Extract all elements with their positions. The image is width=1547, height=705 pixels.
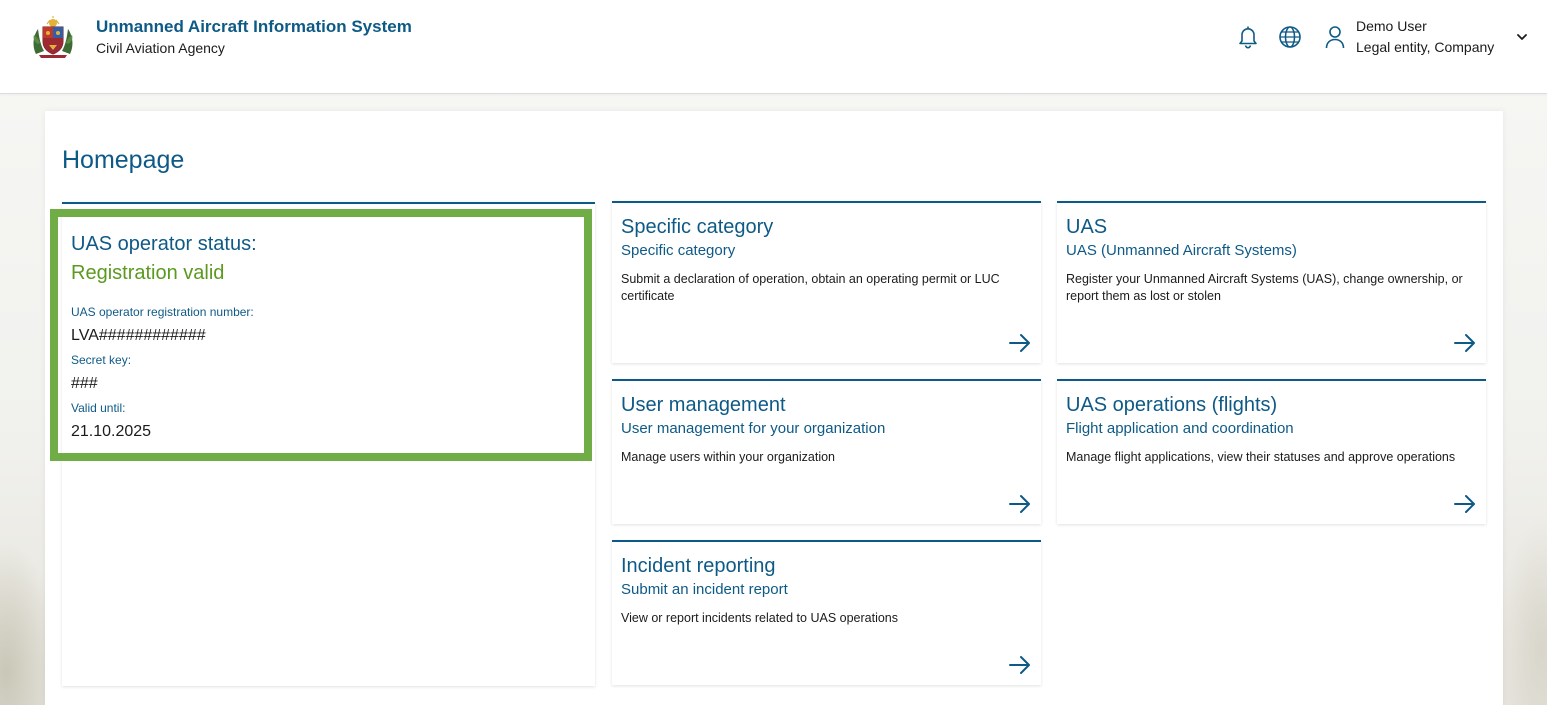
user-name: Demo User	[1356, 18, 1427, 34]
registration-number-label: UAS operator registration number:	[71, 305, 254, 319]
app-title: Unmanned Aircraft Information System	[96, 17, 412, 36]
arrow-right-icon[interactable]	[1008, 494, 1032, 514]
page-title: Homepage	[62, 146, 185, 174]
app-subtitle: Civil Aviation Agency	[96, 40, 225, 56]
valid-until-value: 21.10.2025	[71, 423, 152, 440]
card-uas[interactable]: UAS UAS (Unmanned Aircraft Systems) Regi…	[1057, 201, 1486, 363]
arrow-right-icon[interactable]	[1008, 333, 1032, 353]
card-uas-operations[interactable]: UAS operations (flights) Flight applicat…	[1057, 379, 1486, 524]
language-button[interactable]	[1276, 23, 1304, 51]
arrow-right-icon[interactable]	[1008, 655, 1032, 675]
status-label: UAS operator status:	[71, 233, 257, 255]
user-entity: Legal entity, Company	[1356, 39, 1495, 55]
card-description: Submit a declaration of operation, obtai…	[621, 272, 1000, 303]
card-subtitle: Submit an incident report	[621, 581, 788, 598]
card-description: Manage users within your organization	[621, 450, 836, 464]
card-subtitle: UAS (Unmanned Aircraft Systems)	[1066, 242, 1297, 259]
operator-status-card: UAS operator status: Registration valid …	[50, 202, 595, 686]
registration-number-value: LVA############	[71, 327, 206, 344]
secret-key-value: ###	[71, 375, 98, 392]
card-title: UAS operations (flights)	[1066, 394, 1278, 416]
card-subtitle: User management for your organization	[621, 420, 886, 437]
globe-icon	[1279, 26, 1301, 48]
card-title: Specific category	[621, 216, 774, 238]
background-photo-right	[1497, 520, 1547, 705]
user-menu[interactable]: Demo User Legal entity, Company	[1356, 17, 1506, 56]
coat-of-arms-logo	[30, 14, 76, 60]
card-title: User management	[621, 394, 786, 416]
arrow-right-icon[interactable]	[1453, 333, 1477, 353]
arrow-right-icon[interactable]	[1453, 494, 1477, 514]
card-user-management[interactable]: User management User management for your…	[612, 379, 1041, 524]
top-header: Unmanned Aircraft Information System Civ…	[0, 0, 1547, 94]
card-subtitle: Flight application and coordination	[1066, 420, 1294, 437]
valid-until-label: Valid until:	[71, 401, 126, 415]
notifications-button[interactable]	[1234, 23, 1262, 51]
chevron-down-icon[interactable]	[1513, 28, 1531, 46]
status-content: UAS operator status: Registration valid …	[71, 232, 257, 442]
card-title: Incident reporting	[621, 555, 776, 577]
card-title: UAS	[1066, 216, 1108, 238]
user-icon	[1323, 24, 1347, 50]
secret-key-label: Secret key:	[71, 353, 132, 367]
card-subtitle: Specific category	[621, 242, 736, 259]
card-description: Manage flight applications, view their s…	[1066, 450, 1456, 464]
bell-icon	[1239, 26, 1257, 49]
card-specific-category[interactable]: Specific category Specific category Subm…	[612, 201, 1041, 363]
main-panel: Homepage UAS operator status: Registrati…	[45, 111, 1503, 705]
brand: Unmanned Aircraft Information System Civ…	[96, 17, 412, 57]
card-incident-reporting[interactable]: Incident reporting Submit an incident re…	[612, 540, 1041, 685]
card-description: View or report incidents related to UAS …	[621, 611, 899, 625]
card-description: Register your Unmanned Aircraft Systems …	[1066, 272, 1463, 303]
status-value: Registration valid	[71, 262, 225, 284]
